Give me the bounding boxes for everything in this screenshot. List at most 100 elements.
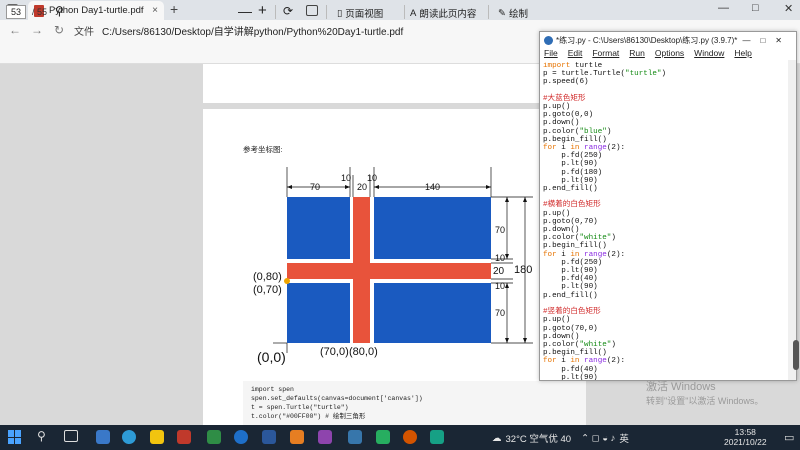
code-line: p.lt(90) — [543, 283, 598, 292]
url-text[interactable]: C:/Users/86130/Desktop/自学讲解python/Python… — [102, 23, 403, 38]
code-line: p = turtle.Turtle("turtle") — [543, 70, 667, 79]
code-line: p.begin_fill() — [543, 349, 607, 358]
menu-format[interactable]: Format — [592, 48, 619, 60]
dim-10-b: 10 — [367, 173, 378, 183]
idle-window-controls[interactable]: —□✕ — [742, 36, 796, 45]
close-button[interactable]: ✕ — [784, 2, 793, 15]
page-number-input[interactable]: 53 — [6, 5, 26, 19]
code-line: #大蓝色矩形 — [543, 94, 586, 103]
idle-editor-window[interactable]: *练习.py - C:\Users\86130\Desktop\练习.py (3… — [539, 31, 797, 381]
back-arrow-icon[interactable]: ← — [8, 23, 22, 37]
clock-date: 2021/10/22 — [724, 437, 767, 447]
file-info-label[interactable]: 文件 — [74, 23, 94, 38]
page-total: / 55 — [32, 7, 48, 17]
dim-10-a: 10 — [341, 173, 352, 183]
code-line: t.color("#00FF00") # 绘制三角形 — [251, 413, 366, 420]
code-line: p.begin_fill() — [543, 242, 607, 251]
toolbar-divider — [326, 5, 327, 19]
code-line: p.goto(0,0) — [543, 111, 594, 120]
idle-scrollbar[interactable] — [788, 60, 796, 380]
notification-icon[interactable]: ▭ — [784, 431, 794, 444]
dim-10-right-b: 10 — [495, 281, 506, 291]
app-icon-9[interactable] — [318, 430, 332, 444]
weather-icon: ☁ — [492, 432, 502, 444]
search-icon[interactable]: ⚲ — [55, 4, 64, 18]
code-line: p.speed(6) — [543, 78, 589, 87]
code-line: p.begin_fill() — [543, 135, 607, 144]
search-icon[interactable]: ⚲ — [37, 429, 46, 443]
page-scrollbar-thumb[interactable] — [793, 340, 799, 370]
page-view-icon: ▯ — [337, 7, 343, 19]
app-icon-12[interactable] — [403, 430, 417, 444]
new-tab-button[interactable]: + — [170, 1, 178, 17]
code-line: p.lt(90) — [543, 176, 598, 185]
tab-close-button[interactable]: × — [152, 5, 158, 16]
label-70-0: (70,0) — [320, 346, 349, 358]
minimize-button[interactable]: — — [718, 2, 729, 14]
idle-code-area[interactable]: import turtle p = turtle.Turtle("turtle")… — [543, 62, 789, 380]
rotate-icon[interactable]: ⟳ — [283, 4, 293, 18]
code-line: t = spen.Turtle("turtle") — [251, 404, 349, 411]
code-line: for i in range(2): — [543, 144, 626, 153]
browser-tab[interactable]: Python Day1-turtle.pdf × — [28, 1, 164, 20]
toolbar-divider — [404, 5, 405, 19]
app-icon-1[interactable] — [96, 430, 110, 444]
read-aloud-icon: A — [410, 7, 417, 19]
label-80-0: (80,0) — [349, 346, 378, 358]
ime-indicator[interactable]: 英 — [619, 431, 629, 445]
menu-window[interactable]: Window — [694, 48, 724, 60]
code-line: p.down() — [543, 332, 580, 341]
page-view-button[interactable]: ▯ 页面视图 — [337, 6, 384, 21]
menu-edit[interactable]: Edit — [568, 48, 583, 60]
page-view-label: 页面视图 — [345, 9, 384, 20]
system-tray[interactable]: ☁ 32°C 空气优 40 ⌃ ◻ ◒ ♪ 英 — [492, 431, 629, 446]
code-line: p.end_fill() — [543, 185, 598, 194]
zoom-in-button[interactable]: + — [258, 2, 267, 19]
read-aloud-label: 朗读此页内容 — [419, 9, 477, 20]
menu-help[interactable]: Help — [734, 48, 751, 60]
tray-icons[interactable]: ⌃ ◻ ◒ ♪ — [581, 433, 615, 444]
read-aloud-button[interactable]: A 朗读此页内容 — [410, 6, 477, 21]
code-line: spen.set_defaults(canvas=document['canva… — [251, 395, 423, 402]
origin-point-marker — [284, 278, 290, 284]
app-icon-5[interactable] — [207, 430, 221, 444]
code-line: import spen — [251, 386, 294, 393]
idle-window-title: *练习.py - C:\Users\86130\Desktop\练习.py (3… — [556, 35, 738, 45]
menu-options[interactable]: Options — [655, 48, 684, 60]
menu-run[interactable]: Run — [629, 48, 645, 60]
edge-browser-icon[interactable] — [234, 430, 248, 444]
toolbar-divider — [488, 5, 489, 19]
refresh-icon[interactable]: ↻ — [52, 23, 66, 37]
app-icon-3[interactable] — [150, 430, 164, 444]
maximize-button[interactable]: □ — [752, 2, 759, 14]
app-icon-7[interactable] — [262, 430, 276, 444]
taskbar-clock[interactable]: 13:58 2021/10/22 — [724, 427, 767, 447]
python-idle-icon[interactable] — [348, 430, 362, 444]
fit-page-icon[interactable] — [306, 5, 318, 16]
temperature-text: 32°C 空气优 40 — [505, 434, 572, 445]
task-view-icon[interactable] — [64, 430, 78, 442]
dim-20-right: 20 — [493, 266, 505, 277]
menu-file[interactable]: File — [544, 48, 558, 60]
watermark-line-1: 激活 Windows — [646, 381, 716, 393]
code-line: p.fd(40) — [543, 365, 598, 374]
code-line: p.end_fill() — [543, 291, 598, 300]
code-line: p.fd(180) — [543, 168, 603, 177]
app-icon-4[interactable] — [177, 430, 191, 444]
code-line: p.fd(250) — [543, 152, 603, 161]
app-icon-2[interactable] — [122, 430, 136, 444]
windows-start-icon[interactable] — [8, 430, 22, 444]
zoom-out-button[interactable]: — — [238, 3, 252, 19]
app-icon-13[interactable] — [430, 430, 444, 444]
app-icon-8[interactable] — [290, 430, 304, 444]
draw-button[interactable]: ✎ 绘制 — [498, 6, 528, 21]
watermark-line-2: 转到"设置"以激活 Windows。 — [646, 396, 764, 406]
code-line: p.down() — [543, 119, 580, 128]
code-line: p.goto(70,0) — [543, 324, 598, 333]
draw-icon: ✎ — [498, 7, 506, 19]
forward-arrow-icon[interactable]: → — [30, 23, 44, 37]
pdf-page: 参考坐标图: 70 10 20 10 140 70 10 20 10 70 18… — [203, 109, 586, 425]
idle-title-bar[interactable]: *练习.py - C:\Users\86130\Desktop\练习.py (3… — [540, 32, 796, 48]
app-icon-11[interactable] — [376, 430, 390, 444]
